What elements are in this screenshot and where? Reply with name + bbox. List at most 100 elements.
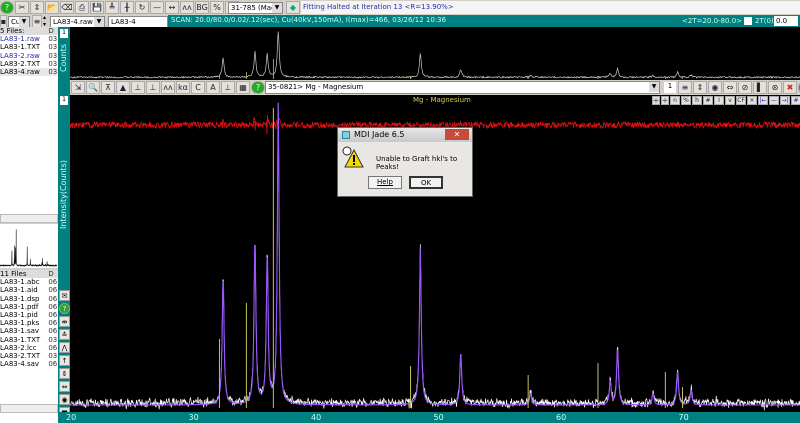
tool-button[interactable]: h xyxy=(692,96,702,105)
intensity-axis-label: Intensity(Counts) xyxy=(59,160,68,229)
file-list-item[interactable]: LA83-1.abc 06 xyxy=(0,278,58,286)
mail-icon[interactable]: ✉ xyxy=(59,290,70,301)
peaks-icon[interactable]: ╩ xyxy=(105,1,119,14)
file-list-item[interactable]: LA83-1.raw 03 xyxy=(0,35,58,43)
calibrate-icon[interactable]: C xyxy=(191,81,205,94)
help-icon[interactable]: ? xyxy=(0,1,14,14)
help-icon[interactable]: ? xyxy=(59,303,70,314)
help-button[interactable]: Help xyxy=(368,176,402,189)
file-list-item[interactable]: LA83-2.lcc 06 xyxy=(0,344,58,352)
file-list-item[interactable]: LA83-1.sav 06 xyxy=(0,327,58,335)
profile-icon[interactable]: ʌʌ xyxy=(180,1,194,14)
close-button[interactable]: ✕ xyxy=(445,129,469,140)
overview-plot[interactable] xyxy=(70,27,800,80)
up-down-icon[interactable]: ⇕ xyxy=(30,1,44,14)
peak-search-icon[interactable]: ⊼ xyxy=(101,81,115,94)
file-list-bottom: 11 Files D LA83-1.abc 06 LA83-1.aid 06 LA83-1… xyxy=(0,270,58,423)
file-list-item[interactable]: LA83-1.pid 06 xyxy=(0,311,58,319)
magnify-icon[interactable]: 🔍 xyxy=(86,81,100,94)
ok-button[interactable]: OK xyxy=(409,176,443,189)
vertical-icon[interactable]: ⇕ xyxy=(59,368,70,379)
merge-icon[interactable]: ⇹ xyxy=(59,316,70,327)
page-field[interactable]: 1 xyxy=(664,82,676,93)
drop-icon[interactable]: ◆ xyxy=(286,1,300,14)
file-date: 03 xyxy=(48,335,58,344)
erase-icon[interactable]: ⌫ xyxy=(60,1,74,14)
ka2-icon[interactable]: kα xyxy=(176,81,190,94)
small-buttons: ÷ ÷ n% h # Iv CF × |← — →| # xyxy=(652,96,800,105)
file-list-item[interactable]: LA83-1.TXT 03 xyxy=(0,43,58,51)
dialog-message: Unable to Graft hkl's to Peaks! xyxy=(376,155,458,171)
main-page[interactable]: 1 xyxy=(60,96,68,105)
tool-button[interactable]: # xyxy=(703,96,713,105)
file-list-item[interactable]: LA83-1.dsp 06 xyxy=(0,295,58,303)
file-list-item[interactable]: LA83-1.pks 06 xyxy=(0,319,58,327)
save-icon[interactable]: 💾 xyxy=(90,1,104,14)
scan-info-bar: SCAN: 20.0/80.0/0.02/.12(sec), Cu(40kV,1… xyxy=(168,15,800,27)
vertical-icon[interactable]: ⇕ xyxy=(693,81,707,94)
tool-button[interactable]: × xyxy=(747,96,757,105)
horizontal-scrollbar[interactable] xyxy=(0,214,58,223)
zero-checkbox[interactable] xyxy=(744,17,752,25)
line-icon[interactable]: — xyxy=(150,1,164,14)
file-date: 06 xyxy=(48,294,58,303)
file-list-item[interactable]: LA83-2.TXT 03 xyxy=(0,352,58,360)
bg-icon[interactable]: BG xyxy=(195,1,209,14)
percent-icon[interactable]: % xyxy=(210,1,224,14)
globe-icon[interactable]: ⊛ xyxy=(768,81,782,94)
pdf-select[interactable]: 31-785 (Magne ▼ xyxy=(228,2,283,14)
peak-icon[interactable]: ⋀ xyxy=(59,342,70,353)
file-list-item[interactable]: LA83-1.aid 06 xyxy=(0,286,58,294)
file-date: 03 xyxy=(48,35,58,44)
grid-icon[interactable]: ▦ xyxy=(236,81,250,94)
fill-peaks-icon[interactable]: ▲ xyxy=(116,81,130,94)
tool-button[interactable]: CF xyxy=(736,96,746,105)
pdf-overlay-icon[interactable]: ⊥ xyxy=(131,81,145,94)
hash-icon[interactable]: # xyxy=(791,96,800,105)
help-icon[interactable]: ? xyxy=(251,81,265,94)
spin-up-icon[interactable]: ÷ xyxy=(652,96,660,105)
refresh-icon[interactable]: ↻ xyxy=(135,1,149,14)
eye-icon[interactable]: ◉ xyxy=(59,394,70,405)
pdf-compare-icon[interactable]: ⊥ xyxy=(146,81,160,94)
split-icon[interactable]: ↔ xyxy=(165,1,179,14)
minus-icon[interactable]: — xyxy=(769,96,779,105)
file-list-item[interactable]: LA83-2.raw 03 xyxy=(0,52,58,60)
last-icon[interactable]: →| xyxy=(780,96,790,105)
file-list-item[interactable]: LA83-4.sav 06 xyxy=(0,360,58,368)
top-page[interactable]: 1 xyxy=(60,29,68,38)
open-icon[interactable]: 📂 xyxy=(45,1,59,14)
first-icon[interactable]: |← xyxy=(758,96,768,105)
file-list-item[interactable]: LA83-1.TXT 03 xyxy=(0,336,58,344)
clear-icon[interactable]: ⊘ xyxy=(738,81,752,94)
eye-icon[interactable]: ◉ xyxy=(708,81,722,94)
file-name: LA83-2.TXT xyxy=(0,59,41,68)
tool-button[interactable]: I xyxy=(714,96,724,105)
tool-button[interactable]: n xyxy=(670,96,680,105)
horizontal-icon[interactable]: ⇔ xyxy=(59,381,70,392)
zoom-icon[interactable]: ⇲ xyxy=(71,81,85,94)
file-list-item[interactable]: LA83-4.raw 03 xyxy=(0,68,58,77)
align-icon[interactable]: ≛ xyxy=(59,329,70,340)
tool-button[interactable]: % xyxy=(681,96,691,105)
horizontal-scrollbar[interactable] xyxy=(0,404,58,413)
file-list-item[interactable]: LA83-2.TXT 03 xyxy=(0,60,58,68)
horizontal-icon[interactable]: ⇔ xyxy=(723,81,737,94)
tool-button[interactable]: v xyxy=(725,96,735,105)
x-tick-label: 40 xyxy=(311,413,322,422)
profile-icon[interactable]: ʌʌ xyxy=(161,81,175,94)
pdf-line-select[interactable]: 35-0821> Mg - Magnesium ▼ xyxy=(265,81,660,94)
file-list-item[interactable]: LA83-1.pdf 06 xyxy=(0,303,58,311)
bar-chart-icon[interactable]: ▌ xyxy=(753,81,767,94)
spin-icon[interactable]: ▴ ▾ xyxy=(43,14,46,28)
at-icon[interactable]: A xyxy=(206,81,220,94)
scissors-icon[interactable]: ✂ xyxy=(15,1,29,14)
bar-scale-icon[interactable]: ⊥ xyxy=(221,81,235,94)
spin-down-icon[interactable]: ÷ xyxy=(661,96,669,105)
zero-input[interactable]: 0.0 xyxy=(774,16,798,26)
up-arrow-icon[interactable]: ↑ xyxy=(59,355,70,366)
scale-icon[interactable]: ≡ xyxy=(678,81,692,94)
print-icon[interactable]: ⎙ xyxy=(75,1,89,14)
fit-icon[interactable]: ╫ xyxy=(120,1,134,14)
stop-icon[interactable]: ✖ xyxy=(783,81,797,94)
